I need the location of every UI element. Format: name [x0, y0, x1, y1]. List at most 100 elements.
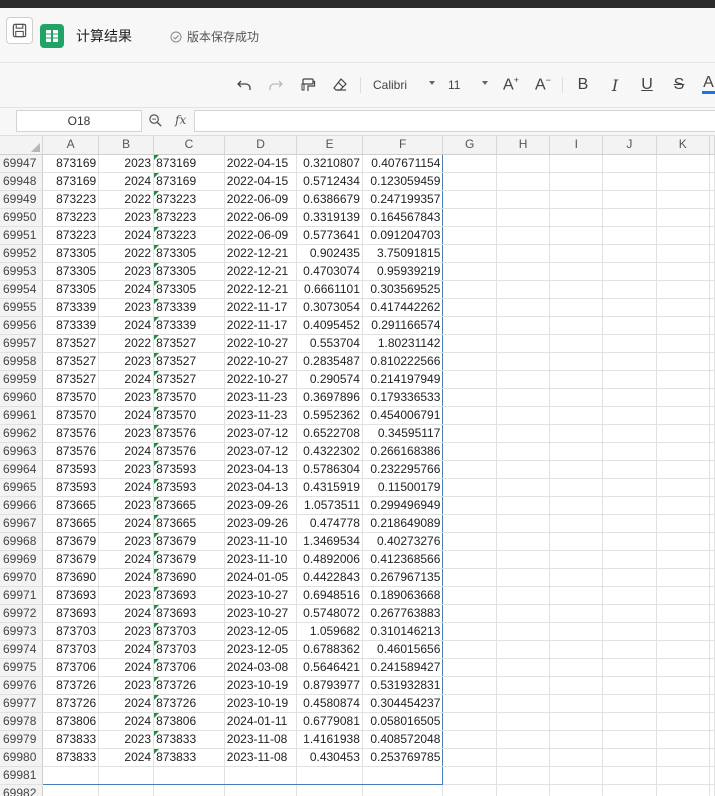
cell-f[interactable]: 0.40273276 — [362, 532, 444, 551]
cell-d[interactable]: 2022-12-21 — [224, 262, 298, 281]
cell-a[interactable]: 873665 — [42, 514, 100, 533]
cell-d[interactable] — [224, 766, 298, 785]
cell-d[interactable]: 2024-01-05 — [224, 568, 298, 587]
cell-a[interactable]: 873570 — [42, 406, 100, 425]
cell-c[interactable]: 873665 — [153, 496, 225, 515]
cell-l[interactable] — [709, 406, 715, 425]
cell-h[interactable] — [496, 568, 551, 587]
font-name-select[interactable]: Calibri — [373, 78, 407, 92]
cell-b[interactable]: 2024 — [98, 568, 155, 587]
cell-h[interactable] — [496, 226, 551, 245]
cell-j[interactable] — [602, 730, 657, 749]
cell-g[interactable] — [442, 190, 497, 209]
cell-b[interactable]: 2024 — [98, 640, 155, 659]
cell-l[interactable] — [709, 460, 715, 479]
cell-j[interactable] — [602, 640, 657, 659]
cell-c[interactable]: 873527 — [153, 352, 225, 371]
cell-c[interactable]: 873679 — [153, 550, 225, 569]
cell-d[interactable]: 2022-12-21 — [224, 280, 298, 299]
cell-c[interactable]: 873706 — [153, 658, 225, 677]
cell-h[interactable] — [496, 370, 551, 389]
cell-h[interactable] — [496, 316, 551, 335]
row-header[interactable]: 69957 — [0, 334, 44, 353]
cell-i[interactable] — [549, 550, 604, 569]
cell-i[interactable] — [549, 478, 604, 497]
cell-a[interactable]: 873703 — [42, 640, 100, 659]
cell-b[interactable]: 2023 — [98, 622, 155, 641]
cell-e[interactable]: 0.3697896 — [296, 388, 363, 407]
column-header-a[interactable]: A — [42, 136, 100, 155]
font-color-button[interactable]: A — [702, 75, 715, 95]
cell-g[interactable] — [442, 586, 497, 605]
cell-e[interactable]: 0.4892006 — [296, 550, 363, 569]
increase-font-button[interactable]: A+ — [500, 75, 522, 95]
cell-b[interactable]: 2024 — [98, 172, 155, 191]
cell-l[interactable] — [709, 298, 715, 317]
cell-h[interactable] — [496, 442, 551, 461]
cell-l[interactable] — [709, 280, 715, 299]
cell-j[interactable] — [602, 244, 657, 263]
cell-l[interactable] — [709, 316, 715, 335]
cell-j[interactable] — [602, 550, 657, 569]
cell-k[interactable] — [656, 334, 711, 353]
cell-l[interactable] — [709, 172, 715, 191]
cell-k[interactable] — [656, 748, 711, 767]
cell-j[interactable] — [602, 460, 657, 479]
cell-c[interactable]: 873833 — [153, 748, 225, 767]
cell-b[interactable]: 2023 — [98, 262, 155, 281]
cell-f[interactable]: 0.123059459 — [362, 172, 444, 191]
cell-c[interactable]: 873726 — [153, 694, 225, 713]
cell-g[interactable] — [442, 388, 497, 407]
cell-i[interactable] — [549, 406, 604, 425]
cell-j[interactable] — [602, 784, 657, 796]
redo-button[interactable] — [266, 75, 286, 95]
cell-b[interactable]: 2024 — [98, 514, 155, 533]
cell-h[interactable] — [496, 586, 551, 605]
column-header-d[interactable]: D — [224, 136, 298, 155]
cell-e[interactable]: 0.4322302 — [296, 442, 363, 461]
cell-d[interactable]: 2022-04-15 — [224, 172, 298, 191]
row-header[interactable]: 69959 — [0, 370, 44, 389]
cell-i[interactable] — [549, 172, 604, 191]
cell-c[interactable]: 873806 — [153, 712, 225, 731]
chevron-down-icon[interactable] — [482, 81, 488, 85]
cell-i[interactable] — [549, 568, 604, 587]
cell-h[interactable] — [496, 622, 551, 641]
cell-g[interactable] — [442, 640, 497, 659]
cell-i[interactable] — [549, 424, 604, 443]
cell-k[interactable] — [656, 568, 711, 587]
cell-j[interactable] — [602, 262, 657, 281]
cell-j[interactable] — [602, 370, 657, 389]
cell-e[interactable]: 0.6779081 — [296, 712, 363, 731]
cell-d[interactable]: 2022-11-17 — [224, 316, 298, 335]
cell-f[interactable]: 0.232295766 — [362, 460, 444, 479]
row-header[interactable]: 69976 — [0, 676, 44, 695]
cell-i[interactable] — [549, 442, 604, 461]
row-header[interactable]: 69950 — [0, 208, 44, 227]
cell-l[interactable] — [709, 784, 715, 796]
cell-l[interactable] — [709, 694, 715, 713]
underline-button[interactable]: U — [638, 75, 656, 95]
cell-e[interactable]: 0.290574 — [296, 370, 363, 389]
cell-g[interactable] — [442, 550, 497, 569]
cell-b[interactable]: 2024 — [98, 370, 155, 389]
cell-b[interactable]: 2024 — [98, 406, 155, 425]
cell-i[interactable] — [549, 496, 604, 515]
row-header[interactable]: 69968 — [0, 532, 44, 551]
cell-a[interactable]: 873570 — [42, 388, 100, 407]
bold-button[interactable]: B — [574, 75, 592, 95]
cell-k[interactable] — [656, 226, 711, 245]
cell-i[interactable] — [549, 352, 604, 371]
cell-f[interactable]: 0.253769785 — [362, 748, 444, 767]
row-header[interactable]: 69966 — [0, 496, 44, 515]
cell-h[interactable] — [496, 352, 551, 371]
cell-i[interactable] — [549, 370, 604, 389]
cell-c[interactable]: 873169 — [153, 153, 225, 173]
cell-j[interactable] — [602, 298, 657, 317]
cell-c[interactable]: 873305 — [153, 244, 225, 263]
cell-i[interactable] — [549, 604, 604, 623]
cell-h[interactable] — [496, 208, 551, 227]
cell-i[interactable] — [549, 622, 604, 641]
cell-b[interactable] — [98, 784, 155, 796]
cell-l[interactable] — [709, 514, 715, 533]
